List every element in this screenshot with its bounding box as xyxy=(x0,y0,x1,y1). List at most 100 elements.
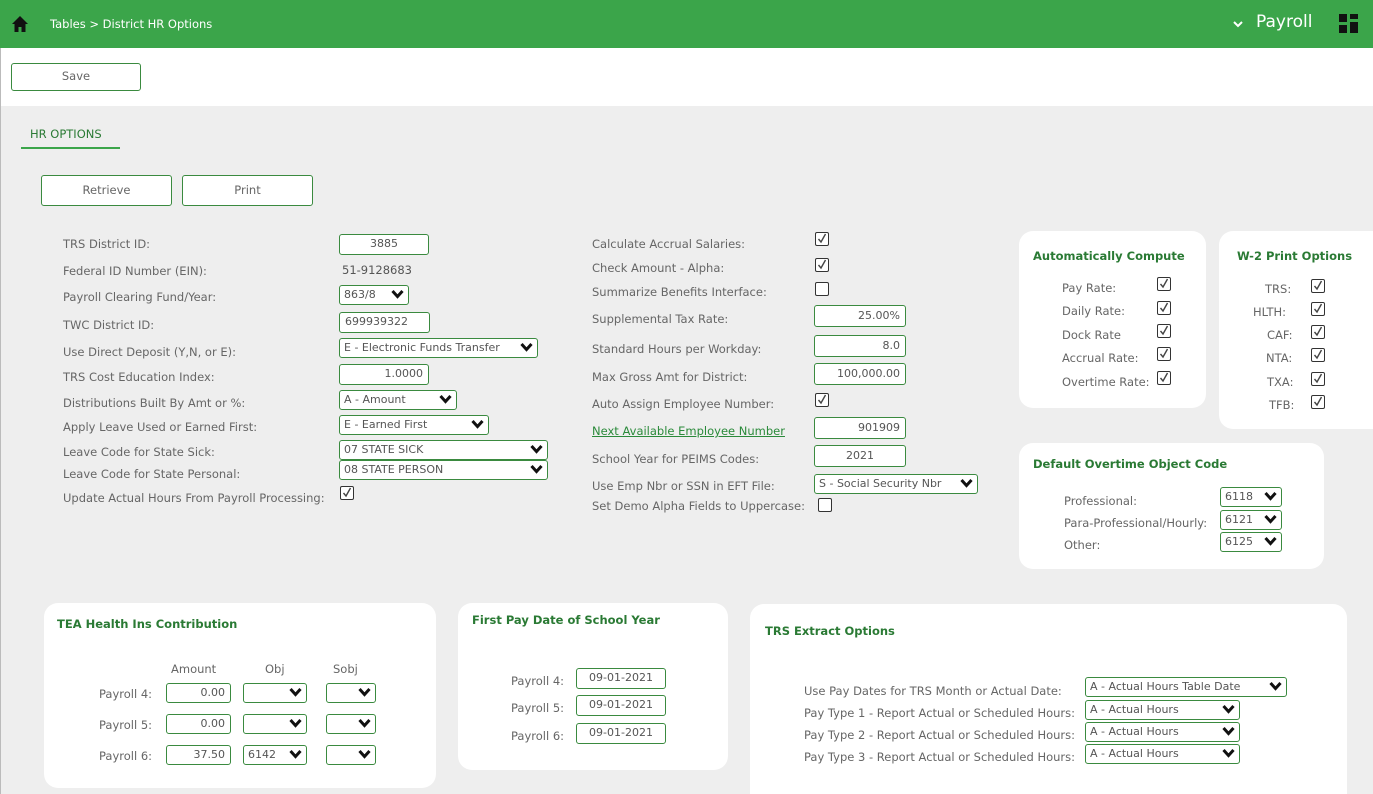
sobj-select[interactable] xyxy=(326,714,376,734)
std-hours-input[interactable]: 8.0 xyxy=(814,335,906,357)
chevron-down-icon xyxy=(471,419,484,429)
apply-leave-label: Apply Leave Used or Earned First: xyxy=(63,420,258,434)
trs-extract-select[interactable]: A - Actual Hours Table Date xyxy=(1085,677,1287,697)
auto-compute-checkbox[interactable] xyxy=(1157,324,1171,338)
twc-district-id-input[interactable]: 699939322 xyxy=(339,312,430,333)
overtime-select[interactable]: 6121 xyxy=(1220,510,1282,530)
max-gross-input[interactable]: 100,000.00 xyxy=(814,363,906,385)
pay-date-input[interactable]: 09-01-2021 xyxy=(576,668,666,689)
obj-select[interactable] xyxy=(243,683,307,703)
amount-input[interactable]: 0.00 xyxy=(166,714,231,734)
auto-compute-checkbox[interactable] xyxy=(1157,277,1171,291)
update-hours-label: Update Actual Hours From Payroll Process… xyxy=(63,491,325,505)
overtime-card: Default Overtime Object Code Professiona… xyxy=(1019,443,1324,569)
tea-health-card: TEA Health Ins Contribution Amount Obj S… xyxy=(44,603,436,788)
home-icon[interactable] xyxy=(11,15,29,33)
apply-leave-select[interactable]: E - Earned First xyxy=(339,415,489,435)
retrieve-button[interactable]: Retrieve xyxy=(41,175,172,206)
auto-assign-checkbox[interactable] xyxy=(815,393,829,407)
overtime-select[interactable]: 6118 xyxy=(1220,487,1282,507)
update-hours-checkbox[interactable] xyxy=(340,486,354,500)
federal-id-value: 51-9128683 xyxy=(342,263,412,277)
save-button[interactable]: Save xyxy=(11,63,141,91)
w2-option-checkbox[interactable] xyxy=(1311,279,1325,293)
chevron-down-icon xyxy=(439,394,452,404)
sobj-header: Sobj xyxy=(333,662,358,676)
tab-underline xyxy=(21,147,120,149)
eft-select[interactable]: S - Social Security Nbr xyxy=(814,474,978,494)
auto-compute-checkbox[interactable] xyxy=(1157,301,1171,315)
chevron-down-icon xyxy=(1269,681,1282,691)
w2-option-checkbox[interactable] xyxy=(1311,372,1325,386)
auto-compute-label: Accrual Rate: xyxy=(1062,351,1139,365)
print-button[interactable]: Print xyxy=(182,175,313,206)
payroll-label: Payroll 6: xyxy=(511,729,565,743)
obj-select[interactable]: 6142 xyxy=(243,745,307,765)
calc-accrual-checkbox[interactable] xyxy=(815,232,829,246)
trs-district-id-label: TRS District ID: xyxy=(63,237,151,251)
overtime-label: Other: xyxy=(1064,538,1101,552)
check-alpha-checkbox[interactable] xyxy=(815,258,829,272)
obj-select[interactable] xyxy=(243,714,307,734)
max-gross-label: Max Gross Amt for District: xyxy=(592,370,748,384)
chevron-down-icon xyxy=(358,718,371,728)
w2-option-checkbox[interactable] xyxy=(1311,302,1325,316)
w2-option-label: CAF: xyxy=(1267,328,1293,342)
leave-sick-select[interactable]: 07 STATE SICK xyxy=(339,440,548,460)
trs-extract-title: TRS Extract Options xyxy=(765,624,895,638)
supp-tax-input[interactable]: 25.00% xyxy=(814,305,906,327)
leave-personal-select[interactable]: 08 STATE PERSON xyxy=(339,460,548,480)
auto-compute-title: Automatically Compute xyxy=(1033,249,1185,263)
auto-assign-label: Auto Assign Employee Number: xyxy=(592,397,775,411)
sobj-select[interactable] xyxy=(326,745,376,765)
calc-accrual-label: Calculate Accrual Salaries: xyxy=(592,237,746,251)
w2-option-checkbox[interactable] xyxy=(1311,348,1325,362)
distributions-select[interactable]: A - Amount xyxy=(339,390,457,410)
school-year-input[interactable]: 2021 xyxy=(814,445,906,467)
module-name[interactable]: Payroll xyxy=(1256,12,1312,32)
trs-extract-value: A - Actual Hours xyxy=(1090,703,1179,716)
trs-extract-select[interactable]: A - Actual Hours xyxy=(1085,700,1240,720)
overtime-select[interactable]: 6125 xyxy=(1220,532,1282,552)
main-content: HR OPTIONS Retrieve Print TRS District I… xyxy=(0,106,1373,794)
summarize-benefits-label: Summarize Benefits Interface: xyxy=(592,285,767,299)
trs-cost-index-label: TRS Cost Education Index: xyxy=(63,370,215,384)
chevron-down-icon xyxy=(1264,491,1277,501)
std-hours-label: Standard Hours per Workday: xyxy=(592,342,762,356)
sobj-select[interactable] xyxy=(326,683,376,703)
w2-option-checkbox[interactable] xyxy=(1311,325,1325,339)
next-employee-number-link[interactable]: Next Available Employee Number xyxy=(592,424,785,438)
amount-header: Amount xyxy=(171,662,217,676)
clearing-fund-select[interactable]: 863/8 xyxy=(339,285,409,305)
trs-extract-select[interactable]: A - Actual Hours xyxy=(1085,722,1240,742)
top-nav-bar: Tables > District HR Options Payroll xyxy=(0,0,1373,48)
chevron-down-icon[interactable] xyxy=(1232,18,1244,30)
pay-date-input[interactable]: 09-01-2021 xyxy=(576,695,666,716)
pay-date-input[interactable]: 09-01-2021 xyxy=(576,723,666,744)
trs-district-id-input[interactable]: 3885 xyxy=(339,234,429,255)
apps-grid-icon[interactable] xyxy=(1339,14,1358,33)
trs-extract-value: A - Actual Hours xyxy=(1090,725,1179,738)
w2-option-checkbox[interactable] xyxy=(1311,395,1325,409)
leave-sick-value: 07 STATE SICK xyxy=(344,443,424,456)
auto-compute-label: Pay Rate: xyxy=(1062,281,1117,295)
trs-cost-index-input[interactable]: 1.0000 xyxy=(339,364,429,385)
summarize-benefits-checkbox[interactable] xyxy=(815,282,829,296)
direct-deposit-select[interactable]: E - Electronic Funds Transfer xyxy=(339,338,538,358)
checkmark-icon xyxy=(1313,349,1323,360)
demo-upper-checkbox[interactable] xyxy=(818,498,832,512)
eft-value: S - Social Security Nbr xyxy=(819,477,942,490)
eft-label: Use Emp Nbr or SSN in EFT File: xyxy=(592,479,775,493)
overtime-value: 6118 xyxy=(1225,490,1253,503)
auto-compute-checkbox[interactable] xyxy=(1157,347,1171,361)
tab-hr-options[interactable]: HR OPTIONS xyxy=(30,127,102,141)
breadcrumb[interactable]: Tables > District HR Options xyxy=(50,17,212,31)
direct-deposit-label: Use Direct Deposit (Y,N, or E): xyxy=(63,345,236,359)
amount-input[interactable]: 0.00 xyxy=(166,683,231,703)
chevron-down-icon xyxy=(530,444,543,454)
trs-extract-select[interactable]: A - Actual Hours xyxy=(1085,744,1240,764)
amount-input[interactable]: 37.50 xyxy=(166,745,231,765)
auto-compute-checkbox[interactable] xyxy=(1157,371,1171,385)
next-employee-number-input[interactable]: 901909 xyxy=(814,417,906,439)
overtime-label: Professional: xyxy=(1064,494,1137,508)
